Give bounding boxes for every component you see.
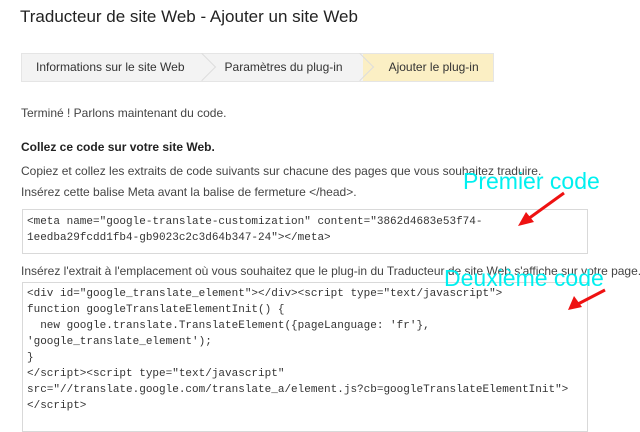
arrow-icon: [518, 191, 565, 226]
arrow-icon: [568, 288, 606, 310]
annotation-arrows: [518, 191, 606, 310]
